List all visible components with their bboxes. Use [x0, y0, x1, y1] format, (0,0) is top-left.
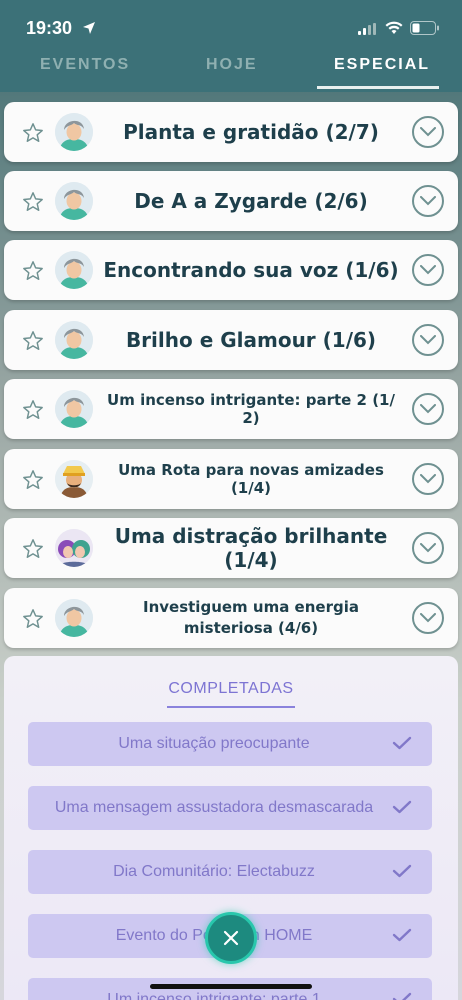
- research-card[interactable]: Encontrando sua voz (1/6): [4, 240, 458, 300]
- completed-item[interactable]: Uma mensagem assustadora desmascarada: [28, 786, 432, 830]
- professor-willow-icon: [55, 321, 93, 359]
- research-card[interactable]: Investiguem uma energia misteriosa (4/6): [4, 588, 458, 648]
- checkmark-icon: [392, 928, 412, 947]
- completed-item-label: Um incenso intrigante: parte 1: [107, 991, 321, 1000]
- professor-willow-icon: [55, 599, 93, 637]
- completed-item[interactable]: Um incenso intrigante: parte 1: [28, 978, 432, 1000]
- professor-willow-icon: [55, 113, 93, 151]
- star-icon[interactable]: [22, 399, 44, 426]
- research-title: Uma distração brilhante (1/4): [114, 524, 388, 572]
- completed-item-label: Uma situação preocupante: [118, 735, 310, 752]
- active-tab-indicator: [317, 86, 439, 89]
- chevron-down-icon[interactable]: [412, 324, 444, 356]
- cellular-signal-icon: [358, 22, 378, 40]
- research-card[interactable]: Uma distração brilhante (1/4): [4, 518, 458, 578]
- star-icon[interactable]: [22, 122, 44, 149]
- team-leaders-icon: [55, 529, 93, 567]
- tab-especial[interactable]: ESPECIAL: [334, 56, 430, 74]
- completed-item-label: Dia Comunitário: Electabuzz: [113, 863, 315, 880]
- close-button[interactable]: [205, 912, 257, 964]
- professor-willow-icon: [55, 390, 93, 428]
- chevron-down-icon[interactable]: [412, 116, 444, 148]
- research-title: Brilho e Glamour (1/6): [125, 328, 377, 352]
- app-header: 19:30 EVENTOS HOJE ESPECIAL: [0, 0, 462, 92]
- star-icon[interactable]: [22, 608, 44, 635]
- professor-willow-icon: [55, 182, 93, 220]
- home-indicator[interactable]: [150, 984, 312, 989]
- research-card[interactable]: Um incenso intrigante: parte 2 (1/ 2): [4, 379, 458, 439]
- chevron-down-icon[interactable]: [412, 254, 444, 286]
- research-title: De A a Zygarde (2/6): [134, 189, 368, 213]
- location-arrow-icon: [82, 21, 96, 40]
- checkmark-icon: [392, 800, 412, 819]
- research-title: Planta e gratidão (2/7): [123, 120, 379, 144]
- star-icon[interactable]: [22, 191, 44, 218]
- research-title: Investiguem uma energia misteriosa (4/6): [143, 598, 359, 637]
- chevron-down-icon[interactable]: [412, 463, 444, 495]
- research-card[interactable]: Brilho e Glamour (1/6): [4, 310, 458, 370]
- completed-heading[interactable]: COMPLETADAS: [4, 680, 458, 698]
- chevron-down-icon[interactable]: [412, 185, 444, 217]
- checkmark-icon: [392, 736, 412, 755]
- clock: 19:30: [26, 18, 73, 38]
- research-title: Um incenso intrigante: parte 2 (1/ 2): [107, 391, 395, 427]
- chevron-down-icon[interactable]: [412, 602, 444, 634]
- checkmark-icon: [392, 864, 412, 883]
- research-title: Uma Rota para novas amizades (1/4): [118, 461, 384, 497]
- star-icon[interactable]: [22, 538, 44, 565]
- completed-heading-underline: [167, 706, 295, 708]
- chevron-down-icon[interactable]: [412, 532, 444, 564]
- status-bar: 19:30: [0, 0, 462, 44]
- completed-item[interactable]: Dia Comunitário: Electabuzz: [28, 850, 432, 894]
- research-title: Encontrando sua voz (1/6): [103, 258, 399, 282]
- close-icon: [223, 930, 239, 946]
- star-icon[interactable]: [22, 469, 44, 496]
- star-icon[interactable]: [22, 330, 44, 357]
- completed-item-label: Uma mensagem assustadora desmascarada: [54, 799, 374, 816]
- research-card[interactable]: Uma Rota para novas amizades (1/4): [4, 449, 458, 509]
- tab-hoje[interactable]: HOJE: [206, 56, 258, 74]
- tab-bar: EVENTOS HOJE ESPECIAL: [0, 50, 462, 90]
- checkmark-icon: [392, 992, 412, 1000]
- route-guide-icon: [55, 460, 93, 498]
- wifi-icon: [385, 21, 403, 40]
- professor-willow-icon: [55, 251, 93, 289]
- completed-item[interactable]: Uma situação preocupante: [28, 722, 432, 766]
- star-icon[interactable]: [22, 260, 44, 287]
- research-card[interactable]: Planta e gratidão (2/7): [4, 102, 458, 162]
- tab-eventos[interactable]: EVENTOS: [40, 56, 130, 74]
- battery-icon: [410, 21, 440, 40]
- research-card[interactable]: De A a Zygarde (2/6): [4, 171, 458, 231]
- chevron-down-icon[interactable]: [412, 393, 444, 425]
